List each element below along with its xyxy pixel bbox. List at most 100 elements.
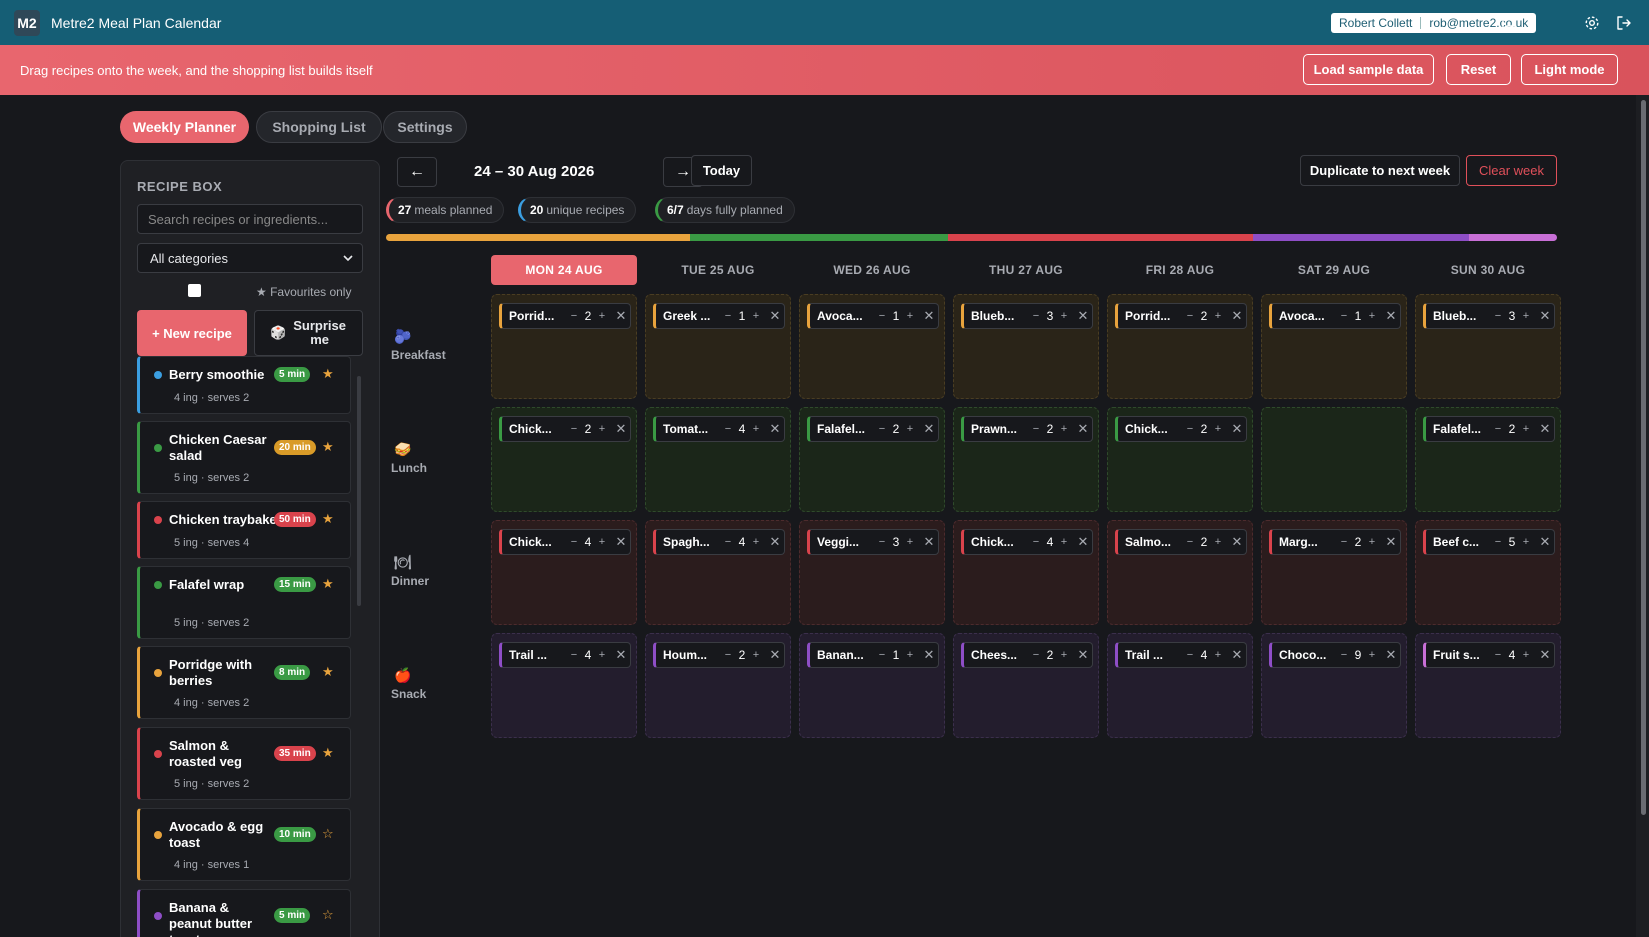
meal-cell[interactable]: Veggi... −3 + ✕	[799, 520, 945, 625]
meal-cell[interactable]: Blueb... −3 + ✕	[953, 294, 1099, 399]
meal-cell[interactable]: Falafel... −2 + ✕	[1415, 407, 1561, 512]
recipe-card[interactable]: Chicken traybake 50 min ★ 5 ing · serves 4	[137, 501, 351, 559]
meal-entry[interactable]: Veggi... −3 + ✕	[807, 529, 939, 555]
recipe-card[interactable]: Berry smoothie 5 min ★ 4 ing · serves 2	[137, 356, 351, 414]
decrease-button[interactable]: −	[875, 423, 889, 435]
remove-entry-button[interactable]: ✕	[921, 647, 937, 663]
chat-icon[interactable]	[1499, 13, 1519, 33]
meal-entry[interactable]: Greek ... −1 + ✕	[653, 303, 785, 329]
decrease-button[interactable]: −	[721, 310, 735, 322]
meal-entry[interactable]: Spagh... −4 + ✕	[653, 529, 785, 555]
meal-cell[interactable]: Salmo... −2 + ✕	[1107, 520, 1253, 625]
decrease-button[interactable]: −	[1029, 423, 1043, 435]
meal-cell[interactable]	[1261, 407, 1407, 512]
tab-weekly-planner[interactable]: Weekly Planner	[120, 111, 249, 143]
meal-entry[interactable]: Chick... −4 + ✕	[499, 529, 631, 555]
recipe-card[interactable]: Avocado & egg toast 10 min ☆ 4 ing · serves…	[137, 808, 351, 881]
remove-entry-button[interactable]: ✕	[1537, 421, 1553, 437]
meal-entry[interactable]: Fruit s... −4 + ✕	[1423, 642, 1555, 668]
recipe-card[interactable]: Chicken Caesar salad 20 min ★ 5 ing · serve…	[137, 421, 351, 494]
decrease-button[interactable]: −	[1183, 423, 1197, 435]
increase-button[interactable]: +	[1211, 536, 1225, 548]
prev-week-button[interactable]: ←	[397, 157, 437, 187]
increase-button[interactable]: +	[595, 310, 609, 322]
meal-cell[interactable]: Tomat... −4 + ✕	[645, 407, 791, 512]
decrease-button[interactable]: −	[1029, 536, 1043, 548]
increase-button[interactable]: +	[749, 310, 763, 322]
remove-entry-button[interactable]: ✕	[767, 647, 783, 663]
remove-entry-button[interactable]: ✕	[613, 421, 629, 437]
increase-button[interactable]: +	[1365, 536, 1379, 548]
meal-entry[interactable]: Porrid... −2 + ✕	[1115, 303, 1247, 329]
decrease-button[interactable]: −	[875, 310, 889, 322]
remove-entry-button[interactable]: ✕	[1075, 534, 1091, 550]
meal-cell[interactable]: Banan... −1 + ✕	[799, 633, 945, 738]
favourite-star-icon[interactable]: ★	[322, 576, 334, 592]
increase-button[interactable]: +	[1211, 423, 1225, 435]
remove-entry-button[interactable]: ✕	[921, 421, 937, 437]
increase-button[interactable]: +	[903, 423, 917, 435]
decrease-button[interactable]: −	[1029, 649, 1043, 661]
remove-entry-button[interactable]: ✕	[1537, 647, 1553, 663]
favourite-star-icon[interactable]: ☆	[322, 826, 334, 842]
increase-button[interactable]: +	[1519, 423, 1533, 435]
increase-button[interactable]: +	[1057, 649, 1071, 661]
decrease-button[interactable]: −	[721, 423, 735, 435]
decrease-button[interactable]: −	[875, 649, 889, 661]
decrease-button[interactable]: −	[567, 536, 581, 548]
remove-entry-button[interactable]: ✕	[1383, 534, 1399, 550]
recipe-card[interactable]: Banana & peanut butter toast 5 min ☆	[137, 889, 351, 937]
increase-button[interactable]: +	[749, 649, 763, 661]
favourites-checkbox[interactable]	[188, 284, 201, 297]
meal-cell[interactable]: Chick... −2 + ✕	[1107, 407, 1253, 512]
remove-entry-button[interactable]: ✕	[921, 308, 937, 324]
favourite-star-icon[interactable]: ★	[322, 366, 334, 382]
meal-cell[interactable]: Choco... −9 + ✕	[1261, 633, 1407, 738]
meal-entry[interactable]: Falafel... −2 + ✕	[807, 416, 939, 442]
meal-cell[interactable]: Chick... −4 + ✕	[953, 520, 1099, 625]
decrease-button[interactable]: −	[1183, 536, 1197, 548]
meal-entry[interactable]: Avoca... −1 + ✕	[1269, 303, 1401, 329]
decrease-button[interactable]: −	[1183, 649, 1197, 661]
favourite-star-icon[interactable]: ★	[322, 439, 334, 455]
meal-entry[interactable]: Choco... −9 + ✕	[1269, 642, 1401, 668]
increase-button[interactable]: +	[749, 536, 763, 548]
decrease-button[interactable]: −	[1337, 649, 1351, 661]
meal-entry[interactable]: Chick... −4 + ✕	[961, 529, 1093, 555]
increase-button[interactable]: +	[1365, 649, 1379, 661]
meal-cell[interactable]: Chick... −4 + ✕	[491, 520, 637, 625]
remove-entry-button[interactable]: ✕	[613, 534, 629, 550]
remove-entry-button[interactable]: ✕	[1383, 647, 1399, 663]
meal-entry[interactable]: Tomat... −4 + ✕	[653, 416, 785, 442]
meal-cell[interactable]: Beef c... −5 + ✕	[1415, 520, 1561, 625]
tab-settings[interactable]: Settings	[383, 111, 467, 143]
category-select[interactable]: All categories	[137, 243, 363, 273]
recipe-card[interactable]: Salmon & roasted veg 35 min ★ 5 ing · serve…	[137, 727, 351, 800]
meal-cell[interactable]: Falafel... −2 + ✕	[799, 407, 945, 512]
meal-entry[interactable]: Falafel... −2 + ✕	[1423, 416, 1555, 442]
remove-entry-button[interactable]: ✕	[1229, 534, 1245, 550]
load-sample-button[interactable]: Load sample data	[1303, 54, 1434, 85]
decrease-button[interactable]: −	[875, 536, 889, 548]
decrease-button[interactable]: −	[1029, 310, 1043, 322]
meal-cell[interactable]: Marg... −2 + ✕	[1261, 520, 1407, 625]
meal-cell[interactable]: Houm... −2 + ✕	[645, 633, 791, 738]
remove-entry-button[interactable]: ✕	[1537, 308, 1553, 324]
increase-button[interactable]: +	[903, 536, 917, 548]
reset-button[interactable]: Reset	[1446, 54, 1511, 85]
remove-entry-button[interactable]: ✕	[1383, 308, 1399, 324]
light-mode-button[interactable]: Light mode	[1521, 54, 1618, 85]
meal-cell[interactable]: Trail ... −4 + ✕	[491, 633, 637, 738]
today-button[interactable]: Today	[691, 155, 752, 186]
decrease-button[interactable]: −	[721, 649, 735, 661]
meal-entry[interactable]: Porrid... −2 + ✕	[499, 303, 631, 329]
decrease-button[interactable]: −	[1491, 423, 1505, 435]
remove-entry-button[interactable]: ✕	[1075, 308, 1091, 324]
remove-entry-button[interactable]: ✕	[921, 534, 937, 550]
page-scrollbar-thumb[interactable]	[1641, 100, 1646, 815]
favourite-star-icon[interactable]: ★	[322, 511, 334, 527]
increase-button[interactable]: +	[903, 310, 917, 322]
meal-cell[interactable]: Greek ... −1 + ✕	[645, 294, 791, 399]
remove-entry-button[interactable]: ✕	[767, 534, 783, 550]
meal-entry[interactable]: Chick... −2 + ✕	[499, 416, 631, 442]
